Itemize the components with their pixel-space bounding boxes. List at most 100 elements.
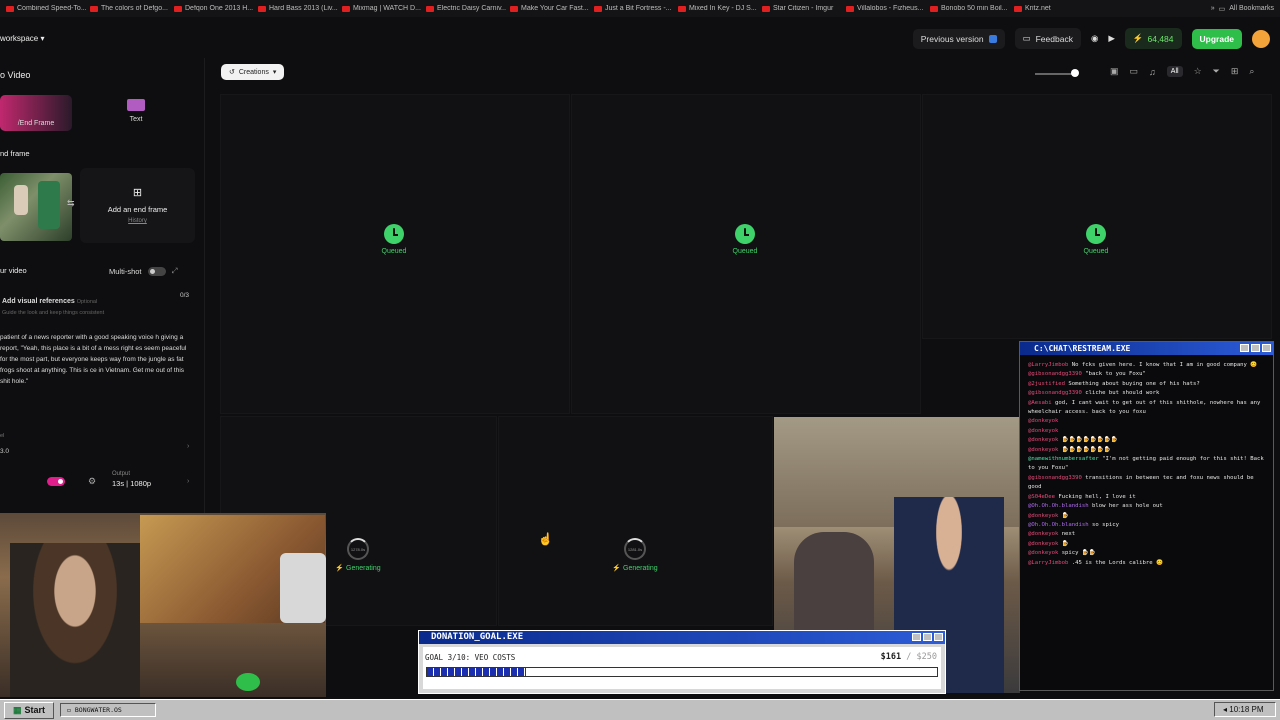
- model-selector[interactable]: el: [0, 432, 4, 439]
- generating-status: 1281.0s ⚡ Generating: [607, 538, 663, 572]
- upgrade-button[interactable]: Upgrade: [1191, 28, 1242, 49]
- credits-badge[interactable]: ⚡ 64,484: [1124, 28, 1182, 49]
- windows-logo-icon: ▦: [13, 704, 22, 715]
- chat-username: @donkeyok: [1028, 437, 1059, 444]
- more-bookmarks-button[interactable]: »: [1211, 5, 1215, 12]
- filter-icon[interactable]: ⏷: [1213, 66, 1220, 77]
- model-value[interactable]: 3.0: [0, 448, 9, 455]
- bookmark-item[interactable]: Star Citizen - Imgur: [762, 5, 842, 12]
- donation-goal-window: DONATION_GOAL.EXE GOAL 3/10: VEO COSTS $…: [418, 630, 946, 694]
- generation-card[interactable]: [498, 416, 773, 626]
- folder-icon: ▭: [1218, 5, 1226, 13]
- previous-version-button[interactable]: Previous version: [912, 28, 1005, 49]
- chevron-right-icon[interactable]: ›: [187, 443, 189, 450]
- tab-start-end-frame[interactable]: /End Frame: [0, 95, 72, 131]
- bookmark-label: Just a Bit Fortress -...: [605, 5, 672, 12]
- generating-status: 1278.0s ⚡ Generating: [330, 538, 386, 572]
- tab-text[interactable]: Text: [100, 95, 172, 131]
- close-icon[interactable]: [934, 633, 943, 641]
- bookmark-favicon-icon: [258, 5, 266, 12]
- chat-message: @Aesabi god, I cant wait to get out of t…: [1020, 399, 1273, 418]
- start-frame-thumbnail[interactable]: [0, 173, 72, 241]
- donation-body: GOAL 3/10: VEO COSTS $161 / $250: [423, 647, 941, 689]
- maximize-icon[interactable]: [923, 633, 932, 641]
- mascot-figure: [280, 553, 326, 623]
- creations-dropdown[interactable]: ↺ Creations ▾: [221, 64, 285, 80]
- status-label: Generating: [346, 565, 381, 572]
- output-settings[interactable]: Output 13s | 1080p: [112, 471, 151, 488]
- tab-label: Text: [129, 116, 143, 123]
- avatar[interactable]: [1252, 29, 1270, 48]
- bookmark-item[interactable]: Hard Bass 2013 (Liv...: [258, 5, 338, 12]
- generation-card[interactable]: [922, 94, 1272, 339]
- search-icon[interactable]: ⌕: [1249, 66, 1254, 77]
- chat-username: @Oh.Oh.Oh.blandish: [1028, 503, 1089, 510]
- window-icon: ▭: [67, 706, 71, 714]
- bookmark-item[interactable]: Combined Speed-To...: [6, 5, 86, 12]
- previous-version-label: Previous version: [920, 33, 984, 44]
- queued-status: Queued: [1072, 224, 1120, 255]
- star-icon[interactable]: ☆: [1194, 66, 1202, 77]
- expand-icon[interactable]: ⤢: [172, 266, 178, 276]
- discord-icon[interactable]: ◉: [1091, 33, 1098, 44]
- zoom-slider-handle[interactable]: [1071, 69, 1079, 77]
- chat-message: @donkeyok: [1020, 417, 1273, 426]
- history-link[interactable]: History: [80, 218, 195, 224]
- grid-icon[interactable]: ⊞: [1231, 66, 1239, 77]
- bookmark-label: Electric Daisy Carniv...: [437, 5, 506, 12]
- bookmark-item[interactable]: Mixmag | WATCH D...: [342, 5, 422, 12]
- bookmark-item[interactable]: Mixed In Key - DJ S...: [678, 5, 758, 12]
- zoom-slider[interactable]: [1035, 73, 1075, 75]
- chat-text: .45 is the Lords calibre 😊: [1071, 559, 1163, 566]
- close-icon[interactable]: [1262, 344, 1271, 352]
- prompt-textarea[interactable]: patient of a news reporter with a good s…: [0, 332, 192, 387]
- output-label: Output: [112, 471, 131, 477]
- feedback-button[interactable]: ▭ Feedback: [1014, 28, 1081, 49]
- mouse-cursor-icon: ☝: [538, 532, 553, 546]
- all-bookmarks-link[interactable]: All Bookmarks: [1229, 5, 1274, 12]
- chat-username: @LarryJimbob: [1028, 362, 1069, 368]
- settings-sliders-icon[interactable]: ⚙: [88, 476, 96, 487]
- bookmark-favicon-icon: [762, 5, 770, 12]
- audio-toggle[interactable]: [47, 477, 65, 486]
- video-filter-icon[interactable]: ▭: [1130, 66, 1139, 77]
- donation-amount: $161 / $250: [880, 652, 937, 662]
- elapsed-time: 1281.0s: [627, 546, 643, 552]
- audio-filter-icon[interactable]: ♫: [1149, 67, 1156, 77]
- chevron-right-icon[interactable]: ›: [187, 478, 189, 485]
- minimize-icon[interactable]: [912, 633, 921, 641]
- bookmark-item[interactable]: Bonobo 50 min Boil...: [930, 5, 1010, 12]
- lightning-icon: ⚡: [1132, 33, 1144, 43]
- bookmark-item[interactable]: Just a Bit Fortress -...: [594, 5, 674, 12]
- bookmark-item[interactable]: Kritz.net: [1014, 5, 1094, 12]
- donation-goal-label: GOAL 3/10: VEO COSTS: [425, 653, 516, 662]
- generation-sidebar: o Video /End Frame Text nd frame ⇆ ⊞ Add…: [0, 58, 205, 518]
- visual-references-label[interactable]: Add visual references Optional: [2, 298, 97, 305]
- bookmark-item[interactable]: Villalobos - Fizheus...: [846, 5, 926, 12]
- filter-all-button[interactable]: All: [1166, 66, 1183, 77]
- bookmark-favicon-icon: [426, 5, 434, 12]
- chat-text: 🍺🍺🍺🍺🍺🍺🍺: [1061, 446, 1111, 453]
- maximize-icon[interactable]: [1251, 344, 1260, 352]
- credits-value: 64,484: [1147, 33, 1174, 44]
- bookmark-item[interactable]: Defqon One 2013 H...: [174, 5, 254, 12]
- bookmark-item[interactable]: Electric Daisy Carniv...: [426, 5, 506, 12]
- start-button[interactable]: ▦ Start: [4, 701, 55, 719]
- minimize-icon[interactable]: [1240, 344, 1249, 352]
- swap-icon[interactable]: ⇆: [67, 198, 75, 209]
- image-filter-icon[interactable]: ▣: [1110, 66, 1119, 77]
- clock-icon: [384, 224, 404, 244]
- chat-text: spicy 🍺🍺: [1061, 550, 1096, 557]
- multi-shot-toggle[interactable]: [147, 266, 166, 276]
- chat-titlebar: C:\CHAT\RESTREAM.EXE: [1020, 342, 1273, 355]
- chat-username: @gibsonandgg3390: [1028, 371, 1082, 378]
- add-end-frame-button[interactable]: ⊞ Add an end frame History: [80, 168, 195, 243]
- bookmark-item[interactable]: The colors of Defgo...: [90, 5, 170, 12]
- bookmark-item[interactable]: Make Your Car Fast...: [510, 5, 590, 12]
- taskbar-item[interactable]: ▭ BONGWATER.OS: [60, 703, 157, 717]
- chat-message: @donkeyok 🍺🍺🍺🍺🍺🍺🍺🍺: [1020, 436, 1273, 445]
- donation-titlebar: DONATION_GOAL.EXE: [419, 631, 945, 644]
- youtube-icon[interactable]: ▶: [1108, 33, 1115, 44]
- chat-title: C:\CHAT\RESTREAM.EXE: [1034, 344, 1131, 353]
- workspace-selector[interactable]: workspace ▾: [0, 34, 45, 43]
